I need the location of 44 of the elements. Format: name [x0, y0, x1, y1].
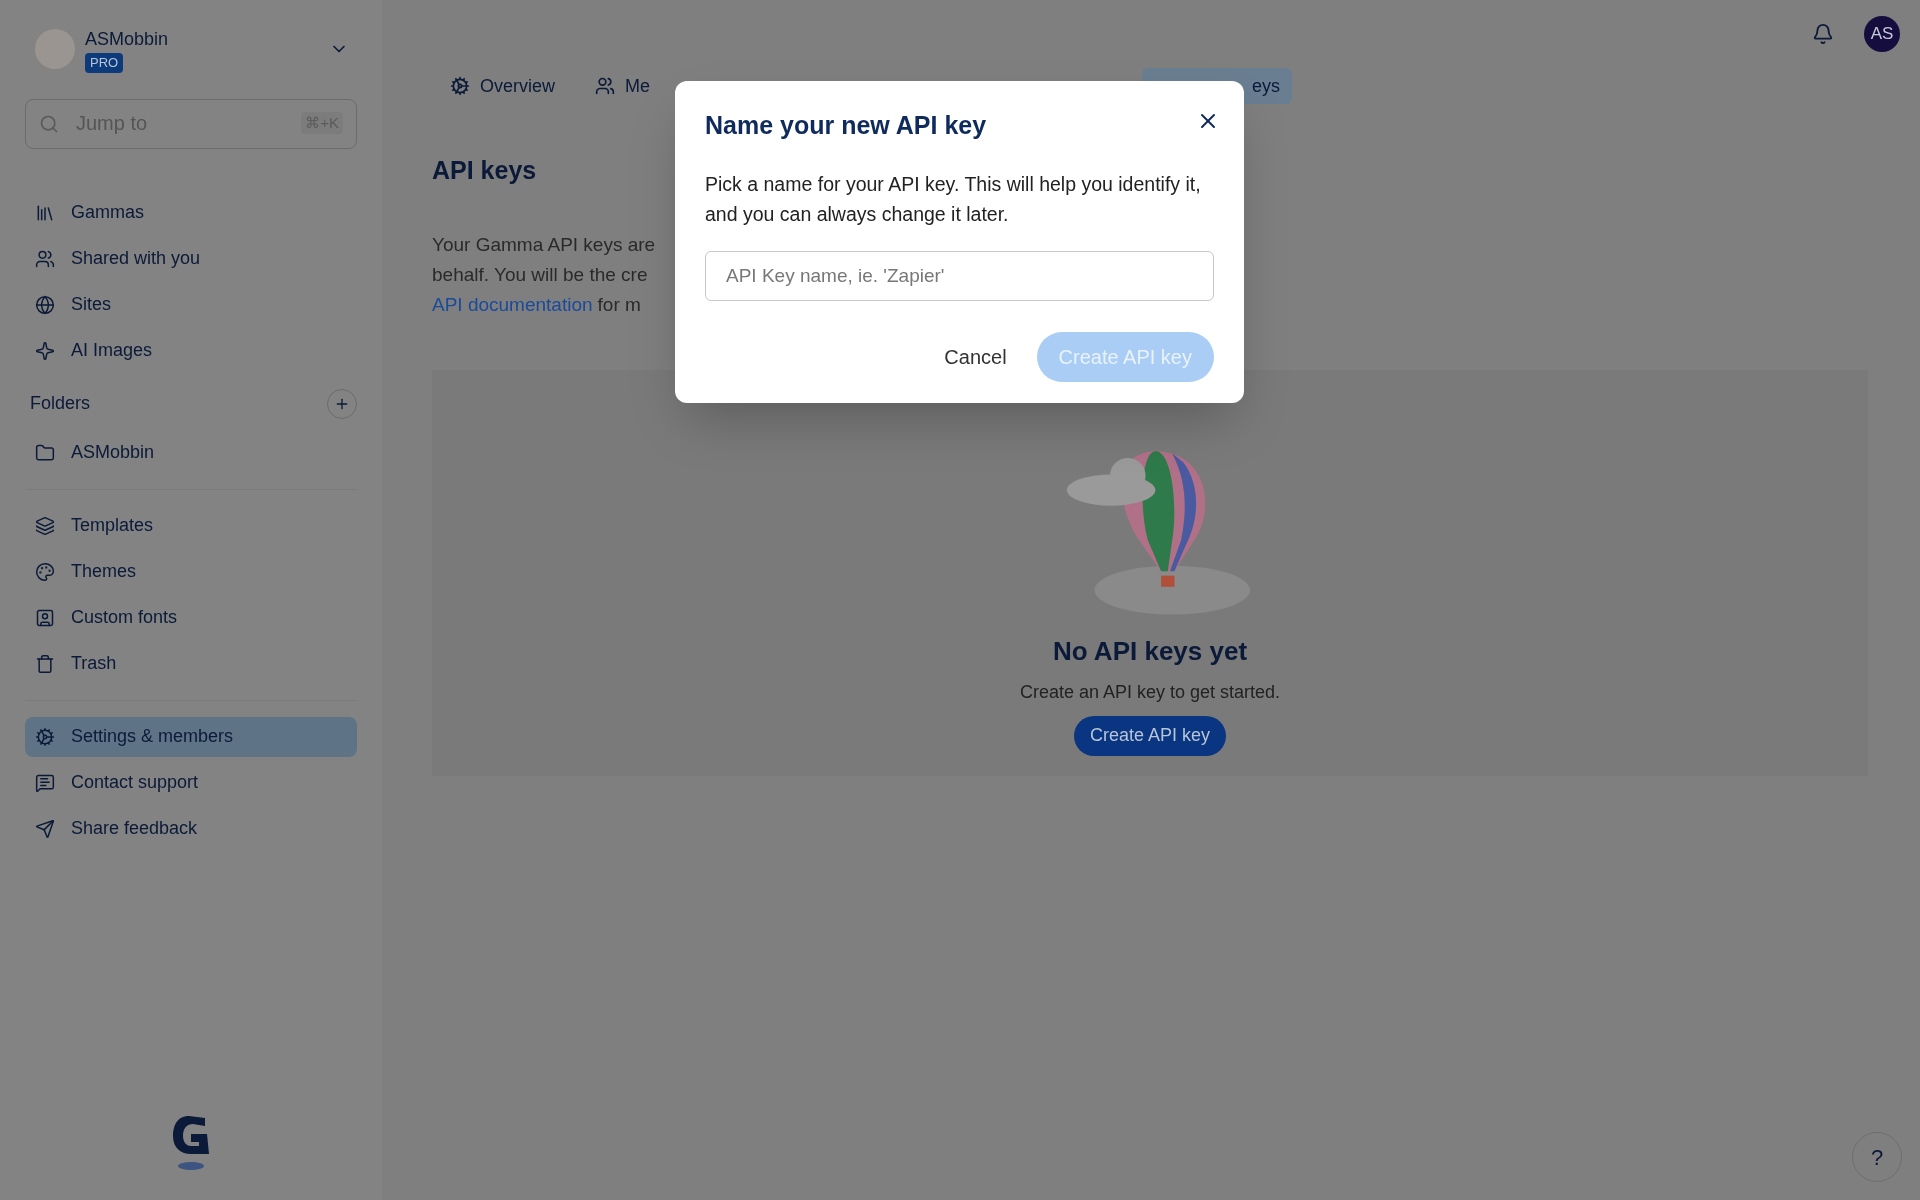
empty-state-title: No API keys yet — [1052, 634, 1248, 668]
sidebar-item[interactable]: Themes — [25, 551, 357, 592]
description-line: behalf. You will be the cre — [432, 262, 649, 287]
cancel-button[interactable]: Cancel — [944, 341, 1007, 372]
tab[interactable]: Overview — [450, 68, 555, 104]
palette-icon — [35, 561, 55, 582]
layers-icon — [35, 515, 55, 536]
description-line: Your Gamma API keys are — [432, 232, 657, 257]
gears-icon — [450, 76, 470, 96]
sidebar-item[interactable]: Trash — [25, 643, 357, 684]
search-icon — [39, 113, 59, 134]
sidebar-item[interactable]: Share feedback — [25, 808, 357, 849]
tab[interactable]: Me — [595, 68, 651, 104]
sidebar-item[interactable]: Gammas — [25, 192, 357, 233]
plan-badge: PRO — [85, 53, 124, 73]
trash-icon — [35, 653, 55, 674]
sidebar-item[interactable]: Contact support — [25, 762, 357, 803]
create-key-button[interactable]: Create API key — [1073, 715, 1227, 756]
sidebar-item[interactable]: Sites — [25, 284, 357, 325]
gears-icon — [35, 726, 55, 747]
people-icon — [595, 76, 615, 96]
folder-item[interactable]: ASMobbin — [25, 432, 357, 473]
folders-heading: Folders — [30, 392, 91, 415]
sidebar-item[interactable]: Custom fonts — [25, 597, 357, 638]
help-button[interactable]: ? — [1852, 1132, 1902, 1182]
sidebar-item[interactable]: Templates — [25, 505, 357, 546]
empty-state-text: Create an API key to get started. — [1019, 680, 1281, 704]
dialog-title: Name your new API key — [705, 110, 987, 141]
sidebar-item[interactable]: Shared with you — [25, 238, 357, 279]
sparkle-icon — [35, 340, 55, 361]
notification-bell-icon[interactable] — [1812, 23, 1834, 45]
user-avatar[interactable]: AS — [1864, 16, 1900, 52]
user-name: ASMobbin — [85, 28, 169, 51]
folder-icon — [35, 442, 55, 463]
sidebar-item[interactable]: AI Images — [25, 330, 357, 371]
chat-icon — [35, 772, 55, 793]
key-name-field[interactable]: API Key name, ie. 'Zapier' — [705, 250, 1214, 301]
send-icon — [35, 818, 55, 839]
dialog-text: Pick a name for your API key. This will help you identify it, and you can always change it later. — [705, 171, 1202, 227]
globe-icon — [35, 294, 55, 315]
page-title: API keys — [432, 155, 537, 186]
people-icon — [35, 248, 55, 269]
description-line: for m — [597, 292, 641, 317]
sidebar-item[interactable]: Settings & members — [25, 716, 357, 757]
